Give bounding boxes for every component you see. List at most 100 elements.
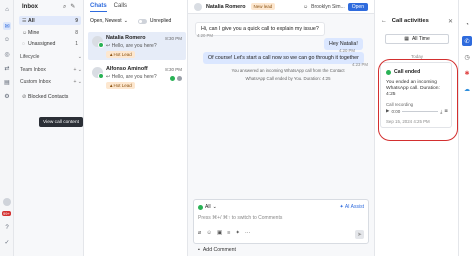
template-icon[interactable]: ▣	[217, 230, 222, 239]
inbox-icon[interactable]: ✉	[3, 22, 11, 30]
avatar	[92, 36, 104, 48]
phone-icon[interactable]: ✆	[462, 36, 472, 46]
section-label: Lifecycle	[20, 54, 40, 60]
search-icon[interactable]: ⌕	[63, 4, 66, 10]
chevron-down-icon[interactable]: ⌄	[213, 204, 217, 210]
channel-select[interactable]: All	[205, 204, 211, 210]
inbox-item-mine[interactable]: ☺ Mine 8	[19, 28, 81, 37]
chat-list-panel: Chats Calls Open, Newest ⌄ Unreplied Nat…	[84, 0, 188, 256]
conversation-header: Natalia Romero New lead ☺ Brooklyn Sim..…	[188, 0, 374, 14]
emoji-icon[interactable]: ☺	[206, 230, 212, 239]
user-avatar[interactable]	[3, 198, 11, 206]
outgoing-message: Of course! Let's start a call now so we …	[203, 52, 364, 64]
send-button[interactable]: ➤	[355, 230, 364, 239]
add-comment-label: Add Comment	[202, 247, 237, 253]
help-icon[interactable]: ?	[3, 224, 11, 232]
add-comment-button[interactable]: ▪ Add Comment	[198, 247, 236, 253]
attachment-icon[interactable]: ⌀	[198, 230, 201, 239]
play-icon[interactable]: ▶	[386, 108, 389, 114]
settings-icon[interactable]: ⚙	[3, 92, 11, 100]
sort-dropdown[interactable]: Open, Newest	[90, 18, 122, 24]
section-lifecycle[interactable]: Lifecycle ⌄	[20, 54, 82, 60]
home-icon[interactable]: ⌂	[3, 6, 11, 14]
history-icon[interactable]: ◷	[462, 52, 472, 62]
chat-tabs: Chats Calls	[90, 3, 127, 12]
back-arrow-icon[interactable]: ←	[381, 18, 387, 24]
view-content-icon[interactable]: ≣	[444, 108, 448, 114]
avatar	[194, 2, 202, 11]
time-filter-label: All Time	[411, 36, 430, 42]
chevron-down-icon[interactable]: ⌄	[124, 18, 128, 24]
reports-icon[interactable]: ▤	[3, 78, 11, 86]
salesforce-icon[interactable]: ☁	[462, 84, 472, 94]
right-app-rail: ◔ ✆ ◷ ✱ ☁	[458, 0, 474, 256]
audio-scrubber[interactable]	[402, 110, 439, 112]
snippet-icon[interactable]: ≡	[227, 230, 230, 239]
workflows-icon[interactable]: ⇄	[3, 64, 11, 72]
ai-assist-button[interactable]: ✦ AI Assist	[340, 204, 365, 210]
inbox-item-all[interactable]: ☰ All 9	[19, 16, 81, 25]
left-nav-rail: ⌂ ✉ ☺ ◎ ⇄ ▤ ⚙ 99+ ? ✓	[0, 0, 14, 256]
inbox-item-label: Unassigned	[28, 40, 56, 47]
conversation-panel: Natalia Romero New lead ☺ Brooklyn Sim..…	[188, 0, 374, 256]
inbox-title: Inbox	[22, 4, 38, 10]
chat-filter-row: Open, Newest ⌄ Unreplied	[90, 18, 184, 24]
chat-time: 8:30 PM	[165, 67, 182, 72]
add-chevron-icon[interactable]: + ⌄	[74, 67, 83, 73]
ai-icon[interactable]: ✦	[235, 230, 240, 239]
chat-item[interactable]: Alfonso Aminoff 8:30 PM ↩ Hello, are you…	[88, 63, 186, 91]
inbox-item-unassigned[interactable]: ◌ Unassigned 1	[19, 39, 81, 48]
assignee-avatar	[177, 76, 182, 81]
add-chevron-icon[interactable]: + ⌄	[74, 79, 83, 85]
section-custom-inbox[interactable]: Custom Inbox + ⌄	[20, 79, 82, 85]
chat-preview: ↩ Hello, are you here?	[106, 43, 183, 49]
status-button[interactable]: Open	[347, 2, 368, 11]
chat-item[interactable]: Natalia Romero 8:30 PM ↩ Hello, are you …	[88, 32, 186, 60]
check-icon[interactable]: ✓	[3, 238, 11, 246]
ai-assist-label: AI Assist	[344, 204, 364, 210]
blocked-contacts[interactable]: ⊘ Blocked Contacts	[19, 92, 81, 101]
chat-time: 8:30 PM	[165, 36, 182, 41]
inbox-item-count: 1	[75, 40, 78, 47]
inbox-sidebar: Inbox ⌕ ✎ ☰ All 9 ☺ Mine 8 ◌ Unassigned 1…	[14, 0, 84, 256]
activities-header: ← Call activities	[381, 18, 429, 24]
activities-icon[interactable]: ◔	[462, 20, 472, 30]
time-filter-button[interactable]: ▦ All Time	[385, 34, 449, 44]
inbox-item-label: All	[28, 17, 35, 24]
tab-calls[interactable]: Calls	[114, 3, 127, 12]
inbox-toolbar: ⌕ ✎	[63, 3, 79, 11]
calendar-icon: ▦	[404, 36, 409, 42]
comment-icon: ▪	[198, 247, 200, 253]
message-input-placeholder[interactable]: Press ⌘+/ ⌘↑ to switch to Comments	[198, 215, 282, 221]
more-icon[interactable]: ⋯	[245, 230, 251, 239]
whatsapp-icon	[198, 204, 203, 210]
section-label: Team Inbox	[20, 67, 46, 73]
tooltip: View call content	[39, 117, 83, 127]
lead-tag-text: Hot Lead	[113, 52, 132, 57]
tab-chats[interactable]: Chats	[90, 3, 107, 12]
section-label: Custom Inbox	[20, 79, 51, 85]
activities-title: Call activities	[391, 18, 429, 24]
inbox-item-count: 9	[75, 17, 78, 24]
assignee-dropdown[interactable]: Brooklyn Sim...	[311, 4, 345, 10]
message-composer[interactable]: All ⌄ ✦ AI Assist Press ⌘+/ ⌘↑ to switch…	[193, 199, 369, 244]
date-divider: Today	[410, 54, 423, 59]
section-team-inbox[interactable]: Team Inbox + ⌄	[20, 67, 82, 73]
call-activity-card: Call ended You ended an incoming WhatsAp…	[380, 62, 452, 128]
card-title-text: Call ended	[394, 69, 421, 75]
download-icon[interactable]: ⤓	[440, 109, 442, 114]
compose-icon[interactable]: ✎	[70, 4, 75, 10]
contacts-icon[interactable]: ☺	[3, 36, 11, 44]
assignee-icon: ☺	[303, 3, 309, 10]
close-icon[interactable]: ✕	[448, 18, 453, 25]
lead-tag[interactable]: New lead	[250, 3, 276, 10]
chevron-down-icon[interactable]: ⌄	[78, 54, 82, 60]
system-message: You answered an incoming WhatsApp call f…	[231, 68, 345, 73]
card-date: Sep 15, 2024 4:25 PM	[386, 119, 430, 124]
hubspot-icon[interactable]: ✱	[462, 68, 472, 78]
unreplied-toggle[interactable]	[137, 18, 147, 24]
broadcast-icon[interactable]: ◎	[3, 50, 11, 58]
lead-tag: ▲ Hot Lead	[106, 82, 135, 89]
contact-name[interactable]: Natalia Romero	[206, 4, 246, 10]
lead-tag-text: Hot Lead	[113, 83, 132, 88]
